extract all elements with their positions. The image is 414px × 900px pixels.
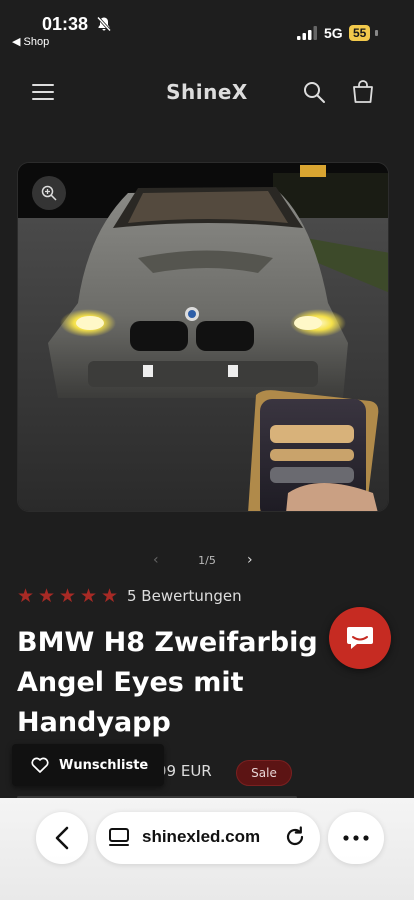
ellipsis-icon xyxy=(343,835,369,841)
star-icon: ★ xyxy=(80,585,98,607)
star-icon: ★ xyxy=(59,585,77,607)
browser-toolbar: shinexled.com xyxy=(0,798,414,900)
zoom-in-icon xyxy=(41,185,57,201)
network-type: 5G xyxy=(324,25,343,41)
bell-off-icon xyxy=(96,16,112,32)
chevron-left-icon xyxy=(55,826,69,850)
more-options-button[interactable] xyxy=(328,812,384,864)
chat-bubble-icon xyxy=(347,627,373,649)
image-pager: ‹ 1/5 › xyxy=(0,550,414,572)
product-image[interactable] xyxy=(17,162,389,512)
star-icon: ★ xyxy=(101,585,119,607)
review-count: 5 Bewertungen xyxy=(127,587,242,605)
battery-indicator: 55 xyxy=(349,25,371,41)
hamburger-menu-icon[interactable] xyxy=(31,80,55,104)
address-bar[interactable]: shinexled.com xyxy=(96,812,320,864)
product-price: 99 EUR xyxy=(157,762,212,780)
wishlist-label: Wunschliste xyxy=(59,757,149,773)
wishlist-button[interactable]: Wunschliste xyxy=(12,744,164,786)
rating[interactable]: ★ ★ ★ ★ ★ 5 Bewertungen xyxy=(17,585,242,607)
image-counter: 1/5 xyxy=(198,554,216,567)
car-photo xyxy=(18,163,388,511)
browser-back-button[interactable] xyxy=(36,812,88,864)
cellular-signal-icon xyxy=(297,26,317,40)
sale-badge: Sale xyxy=(236,760,292,786)
status-bar: 01:38 ◀ Shop 5G 55 xyxy=(0,0,414,52)
product-title: BMW H8 Zweifarbig Angel Eyes mit Handyap… xyxy=(17,627,318,738)
star-icon: ★ xyxy=(17,585,35,607)
prev-image-button[interactable]: ‹ xyxy=(153,552,159,568)
search-icon[interactable] xyxy=(302,80,326,104)
next-image-button[interactable]: › xyxy=(247,552,253,568)
site-header: ShineX xyxy=(0,66,414,118)
heart-icon xyxy=(31,757,49,773)
reload-icon[interactable] xyxy=(284,826,306,848)
address-url[interactable]: shinexled.com xyxy=(142,827,260,847)
shopping-bag-icon[interactable] xyxy=(350,79,376,105)
tab-overview-icon[interactable] xyxy=(108,826,130,848)
battery-tip xyxy=(375,30,378,36)
status-time: 01:38 xyxy=(42,14,89,34)
back-to-app-link[interactable]: ◀ Shop xyxy=(12,35,49,48)
star-icon: ★ xyxy=(38,585,56,607)
chat-button[interactable] xyxy=(329,607,391,669)
zoom-button[interactable] xyxy=(32,176,66,210)
